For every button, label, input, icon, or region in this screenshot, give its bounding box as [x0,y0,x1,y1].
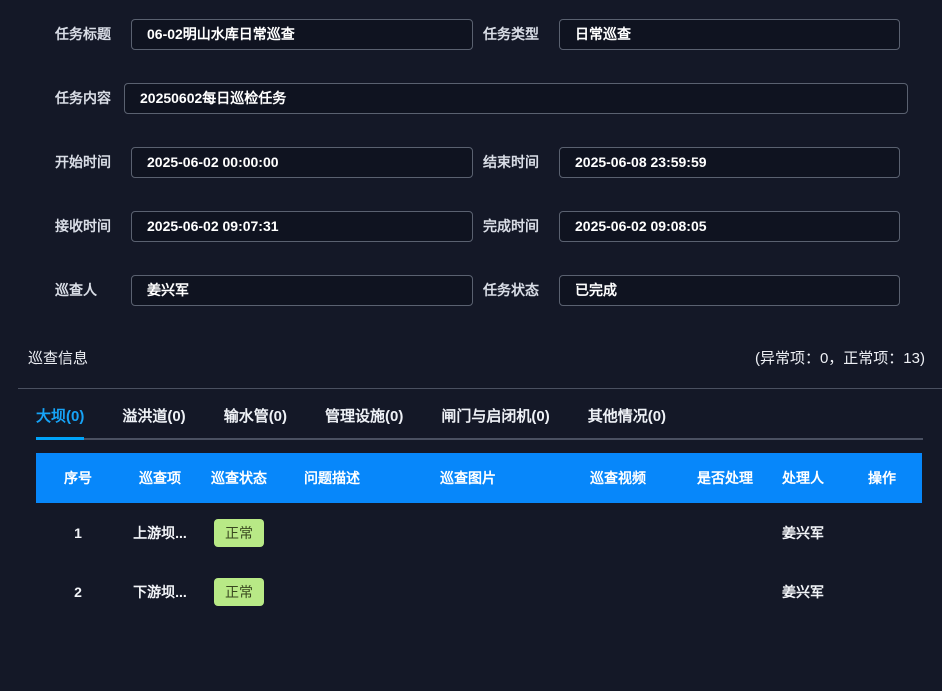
form-row-content: 任务内容 [0,82,942,114]
row-item: 下游坝... [120,582,200,602]
table-header-row: 序号 巡查项 巡查状态 问题描述 巡查图片 巡查视频 是否处理 处理人 操作 [36,453,922,503]
col-index: 序号 [36,468,120,488]
section-divider [18,388,942,389]
task-type-label: 任务类型 [483,24,559,44]
tab-spillway[interactable]: 溢洪道(0) [122,405,185,438]
col-image: 巡查图片 [386,468,550,488]
row-index: 2 [36,584,120,600]
col-handled: 是否处理 [686,468,764,488]
tab-other[interactable]: 其他情况(0) [588,405,666,438]
table-row: 2 下游坝... 正常 姜兴军 [36,562,922,621]
task-status-input[interactable] [559,275,900,306]
row-handler: 姜兴军 [764,523,842,543]
form-row-title-type: 任务标题 任务类型 [0,18,942,50]
col-status: 巡查状态 [200,468,278,488]
inspector-input[interactable] [131,275,473,306]
task-content-input[interactable] [124,83,908,114]
start-time-label: 开始时间 [55,152,131,172]
finish-time-label: 完成时间 [483,216,559,236]
tab-dam[interactable]: 大坝(0) [36,405,84,438]
category-tabs: 大坝(0) 溢洪道(0) 输水管(0) 管理设施(0) 闸门与启闭机(0) 其他… [36,405,923,440]
col-problem: 问题描述 [278,468,386,488]
task-content-label: 任务内容 [55,88,124,108]
receive-time-label: 接收时间 [55,216,131,236]
task-detail-form: 任务标题 任务类型 任务内容 开始时间 结束时间 接收时间 完成时间 巡查人 任… [0,0,942,306]
end-time-input[interactable] [559,147,900,178]
status-badge: 正常 [214,578,264,606]
task-type-input[interactable] [559,19,900,50]
row-index: 1 [36,525,120,541]
finish-time-input[interactable] [559,211,900,242]
end-time-label: 结束时间 [483,152,559,172]
task-title-input[interactable] [131,19,473,50]
abnormal-normal-count: (异常项：0，正常项：13) [755,347,925,368]
form-row-receive-finish: 接收时间 完成时间 [0,210,942,242]
inspection-table: 序号 巡查项 巡查状态 问题描述 巡查图片 巡查视频 是否处理 处理人 操作 1… [36,453,922,621]
tab-water-pipe[interactable]: 输水管(0) [224,405,287,438]
form-row-inspector-status: 巡查人 任务状态 [0,274,942,306]
col-handler: 处理人 [764,468,842,488]
row-status-cell: 正常 [200,519,278,547]
start-time-input[interactable] [131,147,473,178]
receive-time-input[interactable] [131,211,473,242]
inspection-info-title: 巡查信息 [28,347,88,368]
inspector-label: 巡查人 [55,280,131,300]
col-action: 操作 [842,468,922,488]
col-item: 巡查项 [120,468,200,488]
col-video: 巡查视频 [550,468,686,488]
task-status-label: 任务状态 [483,280,559,300]
status-badge: 正常 [214,519,264,547]
task-detail-page: { "form": { "fields": [ { "label": "任务标题… [0,0,942,691]
tab-gate-hoist[interactable]: 闸门与启闭机(0) [441,405,549,438]
row-handler: 姜兴军 [764,582,842,602]
row-status-cell: 正常 [200,578,278,606]
table-row: 1 上游坝... 正常 姜兴军 [36,503,922,562]
row-item: 上游坝... [120,523,200,543]
task-title-label: 任务标题 [55,24,131,44]
tab-management-facility[interactable]: 管理设施(0) [325,405,403,438]
inspection-info-header: 巡查信息 (异常项：0，正常项：13) [0,347,942,368]
form-row-start-end: 开始时间 结束时间 [0,146,942,178]
